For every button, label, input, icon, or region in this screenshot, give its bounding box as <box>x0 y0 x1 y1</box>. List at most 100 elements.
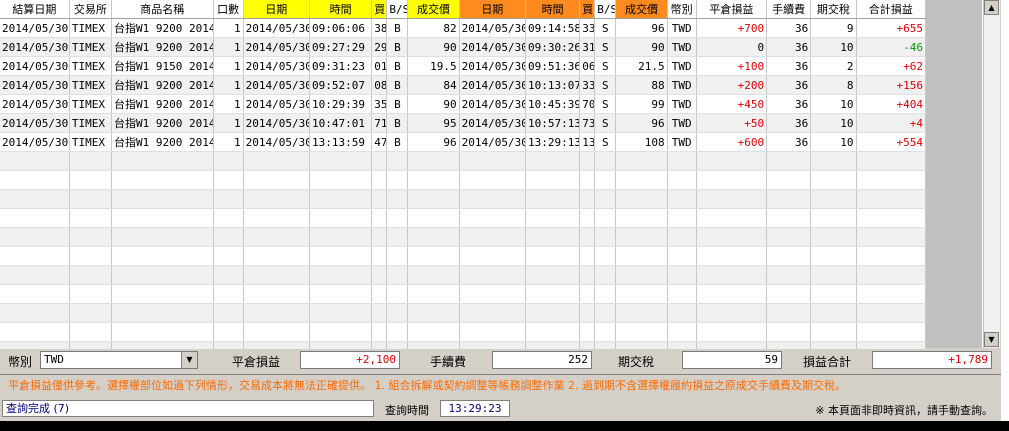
col-fee[interactable]: 手續費 <box>766 0 812 19</box>
cell-pnl: +100 <box>696 56 768 76</box>
vertical-scrollbar[interactable]: ▲ ▼ <box>983 0 1000 348</box>
cell-open-time <box>309 151 373 171</box>
col-open-date[interactable]: 日期 <box>243 0 310 19</box>
cell-open-time: 09:52:07 <box>309 75 373 95</box>
col-open-price[interactable]: 成交價 <box>407 0 460 19</box>
cell-close-price <box>615 189 668 209</box>
col-exchange[interactable]: 交易所 <box>69 0 113 19</box>
status-message: 查詢完成 (7) <box>2 400 374 417</box>
table-row[interactable] <box>0 246 926 266</box>
table-row[interactable] <box>0 303 926 323</box>
cell-pnl <box>696 170 768 190</box>
cell-open-no <box>371 322 388 342</box>
cell-open-bs: B <box>386 132 409 152</box>
cell-total <box>856 227 926 247</box>
table-row[interactable] <box>0 227 926 247</box>
col-pnl[interactable]: 平倉損益 <box>696 0 768 19</box>
cell-qty <box>213 303 244 323</box>
cell-close-no <box>579 322 596 342</box>
cell-total: +404 <box>856 94 926 114</box>
col-open-bs[interactable]: B/S <box>386 0 409 19</box>
cell-product: 台指W1 9200 2014 <box>111 132 214 152</box>
cell-qty <box>213 284 244 304</box>
cell-close-bs: S <box>594 56 617 76</box>
cell-product <box>111 246 214 266</box>
cell-open-price <box>407 227 460 247</box>
col-open-time[interactable]: 時間 <box>309 0 373 19</box>
cell-tax <box>810 322 857 342</box>
table-row[interactable]: 2014/05/30 TIMEX 台指W1 9200 2014 1 2014/05/30… <box>0 37 926 57</box>
cell-open-time <box>309 208 373 228</box>
cell-total: +554 <box>856 132 926 152</box>
table-row[interactable]: 2014/05/30 TIMEX 台指W1 9200 2014 1 2014/05/30… <box>0 94 926 114</box>
cell-close-bs: S <box>594 94 617 114</box>
cell-open-no <box>371 189 388 209</box>
scroll-down-arrow-icon[interactable]: ▼ <box>984 332 999 347</box>
cell-open-no <box>371 265 388 285</box>
dropdown-arrow-icon[interactable]: ▼ <box>181 352 197 368</box>
table-row[interactable]: 2014/05/30 TIMEX 台指W1 9200 2014 1 2014/05/30… <box>0 113 926 133</box>
cell-product <box>111 189 214 209</box>
cell-pnl <box>696 208 768 228</box>
cell-close-date: 2014/05/30 <box>459 56 526 76</box>
cell-settle-date: 2014/05/30 <box>0 75 70 95</box>
cell-open-date <box>243 227 310 247</box>
trade-grid[interactable]: 結算日期 交易所 商品名稱 口數 日期 時間 買賣 B/S 成交價 日期 時間 … <box>0 0 1000 361</box>
cell-close-date <box>459 227 526 247</box>
col-settle-date[interactable]: 結算日期 <box>0 0 70 19</box>
table-row[interactable] <box>0 170 926 190</box>
table-row[interactable]: 2014/05/30 TIMEX 台指W1 9200 2014 1 2014/05/30… <box>0 18 926 38</box>
cell-close-no: 06 <box>579 56 596 76</box>
table-row[interactable] <box>0 322 926 342</box>
col-close-price[interactable]: 成交價 <box>615 0 668 19</box>
cell-open-price <box>407 246 460 266</box>
cell-tax <box>810 189 857 209</box>
col-close-date[interactable]: 日期 <box>459 0 526 19</box>
col-currency[interactable]: 幣別 <box>667 0 697 19</box>
currency-select[interactable]: TWD ▼ <box>40 351 198 369</box>
cell-close-price: 99 <box>615 94 668 114</box>
cell-total: +62 <box>856 56 926 76</box>
scroll-up-arrow-icon[interactable]: ▲ <box>984 0 999 15</box>
col-open-no[interactable]: 買賣 <box>371 0 388 19</box>
cell-fee <box>766 246 812 266</box>
cell-close-time: 09:51:36 <box>525 56 581 76</box>
cell-open-no <box>371 208 388 228</box>
cell-qty <box>213 208 244 228</box>
cell-open-bs <box>386 322 409 342</box>
col-qty[interactable]: 口數 <box>213 0 244 19</box>
cell-close-date: 2014/05/30 <box>459 75 526 95</box>
table-row[interactable] <box>0 208 926 228</box>
cell-pnl: +700 <box>696 18 768 38</box>
cell-open-price <box>407 265 460 285</box>
table-row[interactable]: 2014/05/30 TIMEX 台指W1 9150 2014 1 2014/05/30… <box>0 56 926 76</box>
col-close-no[interactable]: 買賣 <box>579 0 596 19</box>
col-product[interactable]: 商品名稱 <box>111 0 214 19</box>
table-row[interactable] <box>0 265 926 285</box>
cell-close-time <box>525 246 581 266</box>
cell-open-date <box>243 151 310 171</box>
table-row[interactable] <box>0 189 926 209</box>
query-time-value: 13:29:23 <box>440 400 510 417</box>
cell-fee <box>766 265 812 285</box>
cell-open-date: 2014/05/30 <box>243 18 310 38</box>
cell-pnl: +600 <box>696 132 768 152</box>
cell-currency <box>667 303 697 323</box>
table-row[interactable] <box>0 284 926 304</box>
col-close-bs[interactable]: B/S <box>594 0 617 19</box>
table-row[interactable]: 2014/05/30 TIMEX 台指W1 9200 2014 1 2014/05/30… <box>0 132 926 152</box>
col-tax[interactable]: 期交稅 <box>810 0 857 19</box>
cell-open-time: 10:29:39 <box>309 94 373 114</box>
cell-close-bs: S <box>594 75 617 95</box>
table-row[interactable] <box>0 151 926 171</box>
cell-currency: TWD <box>667 113 697 133</box>
col-total[interactable]: 合計損益 <box>856 0 926 19</box>
cell-exchange <box>69 246 113 266</box>
cell-fee <box>766 322 812 342</box>
cell-close-bs: S <box>594 18 617 38</box>
col-close-time[interactable]: 時間 <box>525 0 581 19</box>
cell-product <box>111 227 214 247</box>
cell-open-date: 2014/05/30 <box>243 132 310 152</box>
table-row[interactable]: 2014/05/30 TIMEX 台指W1 9200 2014 1 2014/05/30… <box>0 75 926 95</box>
cell-tax: 8 <box>810 75 857 95</box>
